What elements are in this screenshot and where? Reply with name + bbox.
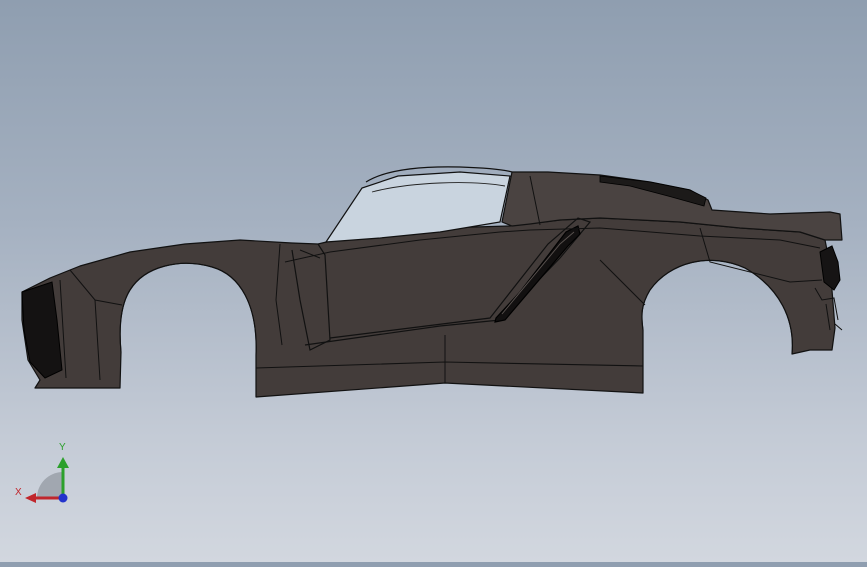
x-arrowhead <box>25 493 36 503</box>
x-axis-label: X <box>15 487 22 498</box>
y-arrowhead <box>57 457 69 468</box>
body-side-panel <box>21 217 836 398</box>
graphics-viewport[interactable] <box>0 0 867 562</box>
triad-plane-quadrant <box>37 472 63 498</box>
triad-graphic <box>25 457 69 503</box>
z-axis-dot <box>58 493 68 503</box>
y-axis-label: Y <box>59 442 66 453</box>
car-body-model[interactable] <box>0 0 867 562</box>
view-orientation-triad: Y X <box>10 440 80 510</box>
